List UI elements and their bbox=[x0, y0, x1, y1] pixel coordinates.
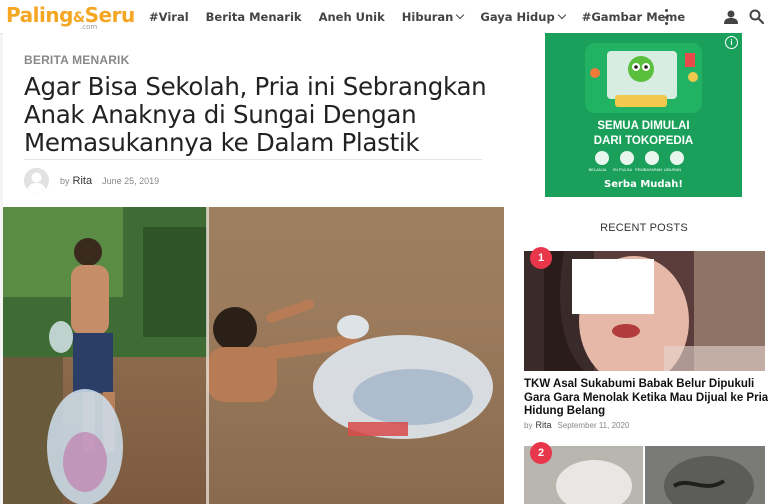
by-label: by bbox=[60, 176, 70, 186]
nav-label: Gaya Hidup bbox=[480, 9, 555, 24]
article-title: Agar Bisa Sekolah, Pria ini Sebrangkan A… bbox=[24, 72, 487, 157]
recent-post-thumbnail[interactable] bbox=[524, 446, 765, 504]
logo-text-main: Paling bbox=[6, 3, 73, 27]
logo-subtext: .com bbox=[80, 23, 98, 31]
article-main: BERITA MENARIK Agar Bisa Sekolah, Pria i… bbox=[3, 33, 506, 504]
nav-item-gambar-meme[interactable]: #Gambar Meme bbox=[582, 10, 686, 24]
nav-label: Aneh Unik bbox=[318, 9, 385, 24]
river-crossing-photo bbox=[3, 207, 504, 504]
ad-caption: LIBURAN bbox=[663, 167, 682, 172]
main-nav: #Viral Berita Menarik Aneh Unik Hiburan … bbox=[149, 0, 702, 33]
article-category[interactable]: BERITA MENARIK bbox=[24, 53, 129, 67]
publish-date: June 25, 2019 bbox=[102, 176, 160, 186]
rank-badge: 1 bbox=[530, 247, 552, 269]
chevron-down-icon bbox=[557, 10, 566, 19]
tokopedia-ad-banner[interactable]: i SEMUA DIMULAI DARI TOKOPEDIA BELANJA I… bbox=[545, 33, 742, 197]
ad-feature-icons bbox=[595, 151, 695, 165]
chevron-down-icon bbox=[456, 10, 465, 19]
divider bbox=[24, 159, 482, 160]
nav-item-hiburan[interactable]: Hiburan bbox=[401, 9, 465, 24]
phone-credit-icon bbox=[620, 151, 634, 165]
more-vertical-icon[interactable] bbox=[664, 9, 668, 25]
ad-illustration bbox=[585, 43, 702, 113]
nav-item-aneh-unik[interactable]: Aneh Unik bbox=[319, 10, 385, 24]
author-link[interactable]: Rita bbox=[535, 420, 551, 430]
avatar-placeholder-icon bbox=[24, 168, 49, 193]
nav-label: #Viral bbox=[149, 9, 189, 24]
recent-post-title[interactable]: TKW Asal Sukabumi Babak Belur Dipukuli G… bbox=[524, 378, 768, 419]
user-icon[interactable] bbox=[724, 10, 738, 24]
ad-caption: PEMBAYARAN bbox=[635, 167, 663, 172]
ad-headline-1: SEMUA DIMULAI bbox=[597, 120, 690, 132]
ad-caption: BELANJA bbox=[588, 167, 607, 172]
sidebar: i SEMUA DIMULAI DARI TOKOPEDIA BELANJA I… bbox=[506, 33, 768, 504]
recent-posts-heading: RECENT POSTS bbox=[600, 222, 688, 234]
nav-label: Berita Menarik bbox=[205, 9, 302, 24]
author-avatar[interactable] bbox=[24, 168, 49, 193]
article-hero-image bbox=[3, 207, 504, 504]
nav-item-berita-menarik[interactable]: Berita Menarik bbox=[206, 10, 302, 24]
post-thumbnail-photo bbox=[524, 446, 765, 504]
site-logo[interactable]: Paling & Seru .com bbox=[6, 3, 135, 31]
shopping-icon bbox=[595, 151, 609, 165]
recent-post-meta: by Rita September 11, 2020 bbox=[524, 420, 629, 430]
search-icon[interactable] bbox=[749, 9, 764, 24]
travel-icon bbox=[670, 151, 684, 165]
payment-icon bbox=[645, 151, 659, 165]
nav-item-gaya-hidup[interactable]: Gaya Hidup bbox=[480, 9, 566, 24]
author-link[interactable]: Rita bbox=[73, 175, 93, 187]
nav-label: #Gambar Meme bbox=[581, 9, 686, 24]
nav-label: Hiburan bbox=[401, 9, 454, 24]
post-thumbnail-photo bbox=[524, 251, 765, 371]
publish-date: September 11, 2020 bbox=[557, 421, 630, 430]
recent-post-thumbnail[interactable] bbox=[524, 251, 765, 371]
rank-badge: 2 bbox=[530, 442, 552, 464]
article-meta: by Rita June 25, 2019 bbox=[60, 175, 159, 187]
ad-info-icon[interactable]: i bbox=[725, 36, 738, 49]
ad-headline-2: DARI TOKOPEDIA bbox=[593, 135, 694, 147]
by-label: by bbox=[524, 421, 533, 430]
ad-caption: ISI PULSA bbox=[612, 167, 633, 172]
ad-feature-captions: BELANJA ISI PULSA PEMBAYARAN LIBURAN bbox=[585, 167, 685, 172]
ad-tagline: Serba Mudah! bbox=[604, 179, 683, 190]
nav-item-viral[interactable]: #Viral bbox=[149, 10, 189, 24]
top-navigation-bar: Paling & Seru .com #Viral Berita Menarik… bbox=[0, 0, 768, 34]
